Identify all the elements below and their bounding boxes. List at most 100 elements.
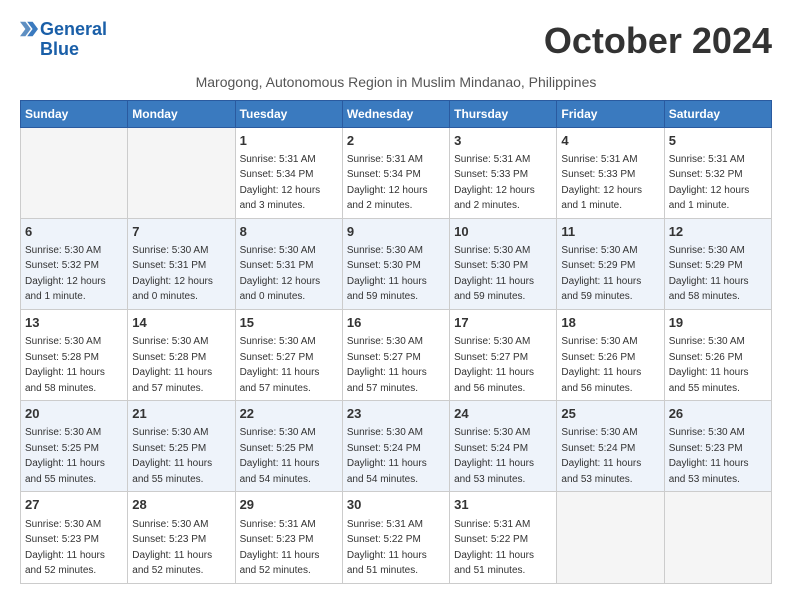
day-number: 15	[240, 314, 338, 332]
day-info: Sunrise: 5:31 AM Sunset: 5:22 PM Dayligh…	[347, 519, 427, 577]
day-number: 22	[240, 405, 338, 423]
day-number: 18	[561, 314, 659, 332]
day-number: 7	[132, 223, 230, 241]
calendar-cell: 1 Sunrise: 5:31 AM Sunset: 5:34 PM Daylig…	[235, 127, 342, 218]
day-number: 14	[132, 314, 230, 332]
day-info: Sunrise: 5:30 AM Sunset: 5:31 PM Dayligh…	[240, 245, 321, 303]
calendar-cell: 31Sunrise: 5:31 AM Sunset: 5:22 PM Dayli…	[450, 492, 557, 583]
day-number: 10	[454, 223, 552, 241]
header-friday: Friday	[557, 100, 664, 127]
calendar-cell	[664, 492, 771, 583]
day-number: 8	[240, 223, 338, 241]
logo-line2: Blue	[40, 40, 107, 60]
calendar-cell: 6 Sunrise: 5:30 AM Sunset: 5:32 PM Daylig…	[21, 218, 128, 309]
calendar-cell: 2Sunrise: 5:31 AM Sunset: 5:34 PM Daylig…	[342, 127, 449, 218]
day-info: Sunrise: 5:31 AM Sunset: 5:23 PM Dayligh…	[240, 519, 320, 577]
calendar-cell: 13Sunrise: 5:30 AM Sunset: 5:28 PM Dayli…	[21, 309, 128, 400]
day-number: 3	[454, 132, 552, 150]
day-info: Sunrise: 5:30 AM Sunset: 5:24 PM Dayligh…	[454, 427, 534, 485]
day-number: 17	[454, 314, 552, 332]
month-title: October 2024	[544, 20, 772, 62]
day-info: Sunrise: 5:30 AM Sunset: 5:27 PM Dayligh…	[240, 336, 320, 394]
day-info: Sunrise: 5:31 AM Sunset: 5:22 PM Dayligh…	[454, 519, 534, 577]
day-number: 24	[454, 405, 552, 423]
day-number: 23	[347, 405, 445, 423]
day-number: 13	[25, 314, 123, 332]
day-info: Sunrise: 5:30 AM Sunset: 5:29 PM Dayligh…	[561, 245, 641, 303]
day-number: 21	[132, 405, 230, 423]
calendar-cell: 19Sunrise: 5:30 AM Sunset: 5:26 PM Dayli…	[664, 309, 771, 400]
day-number: 28	[132, 496, 230, 514]
header-row: Sunday Monday Tuesday Wednesday Thursday…	[21, 100, 772, 127]
day-number: 1	[240, 132, 338, 150]
day-info: Sunrise: 5:30 AM Sunset: 5:32 PM Dayligh…	[25, 245, 106, 303]
day-info: Sunrise: 5:30 AM Sunset: 5:27 PM Dayligh…	[454, 336, 534, 394]
day-info: Sunrise: 5:30 AM Sunset: 5:27 PM Dayligh…	[347, 336, 427, 394]
day-number: 4	[561, 132, 659, 150]
header-monday: Monday	[128, 100, 235, 127]
day-info: Sunrise: 5:30 AM Sunset: 5:23 PM Dayligh…	[132, 519, 212, 577]
calendar-cell: 17 Sunrise: 5:30 AM Sunset: 5:27 PM Dayli…	[450, 309, 557, 400]
day-info: Sunrise: 5:31 AM Sunset: 5:34 PM Dayligh…	[347, 154, 428, 212]
day-number: 9	[347, 223, 445, 241]
header-thursday: Thursday	[450, 100, 557, 127]
day-info: Sunrise: 5:30 AM Sunset: 5:25 PM Dayligh…	[25, 427, 105, 485]
calendar-cell: 18 Sunrise: 5:30 AM Sunset: 5:26 PM Dayli…	[557, 309, 664, 400]
day-number: 20	[25, 405, 123, 423]
header-saturday: Saturday	[664, 100, 771, 127]
week-row-1: 1 Sunrise: 5:31 AM Sunset: 5:34 PM Daylig…	[21, 127, 772, 218]
day-number: 29	[240, 496, 338, 514]
day-info: Sunrise: 5:30 AM Sunset: 5:26 PM Dayligh…	[561, 336, 641, 394]
calendar-cell: 3Sunrise: 5:31 AM Sunset: 5:33 PM Daylig…	[450, 127, 557, 218]
calendar-cell: 30 Sunrise: 5:31 AM Sunset: 5:22 PM Dayli…	[342, 492, 449, 583]
calendar-cell: 23 Sunrise: 5:30 AM Sunset: 5:24 PM Dayli…	[342, 401, 449, 492]
day-info: Sunrise: 5:30 AM Sunset: 5:31 PM Dayligh…	[132, 245, 213, 303]
day-info: Sunrise: 5:30 AM Sunset: 5:24 PM Dayligh…	[347, 427, 427, 485]
day-number: 19	[669, 314, 767, 332]
day-number: 30	[347, 496, 445, 514]
day-info: Sunrise: 5:30 AM Sunset: 5:28 PM Dayligh…	[132, 336, 212, 394]
day-number: 16	[347, 314, 445, 332]
day-number: 26	[669, 405, 767, 423]
header-wednesday: Wednesday	[342, 100, 449, 127]
calendar-cell: 11 Sunrise: 5:30 AM Sunset: 5:29 PM Dayli…	[557, 218, 664, 309]
calendar-cell: 14 Sunrise: 5:30 AM Sunset: 5:28 PM Dayli…	[128, 309, 235, 400]
calendar-cell: 22Sunrise: 5:30 AM Sunset: 5:25 PM Dayli…	[235, 401, 342, 492]
day-info: Sunrise: 5:30 AM Sunset: 5:30 PM Dayligh…	[454, 245, 534, 303]
day-number: 5	[669, 132, 767, 150]
day-number: 6	[25, 223, 123, 241]
day-info: Sunrise: 5:30 AM Sunset: 5:30 PM Dayligh…	[347, 245, 427, 303]
week-row-5: 27 Sunrise: 5:30 AM Sunset: 5:23 PM Dayli…	[21, 492, 772, 583]
calendar-cell: 15 Sunrise: 5:30 AM Sunset: 5:27 PM Dayli…	[235, 309, 342, 400]
logo-text: General Blue	[40, 20, 107, 60]
calendar-cell: 7 Sunrise: 5:30 AM Sunset: 5:31 PM Daylig…	[128, 218, 235, 309]
location-subtitle: Marogong, Autonomous Region in Muslim Mi…	[20, 74, 772, 90]
calendar-cell	[21, 127, 128, 218]
calendar-cell: 4 Sunrise: 5:31 AM Sunset: 5:33 PM Daylig…	[557, 127, 664, 218]
day-number: 11	[561, 223, 659, 241]
calendar-cell: 12 Sunrise: 5:30 AM Sunset: 5:29 PM Dayli…	[664, 218, 771, 309]
day-number: 27	[25, 496, 123, 514]
calendar-cell: 21 Sunrise: 5:30 AM Sunset: 5:25 PM Dayli…	[128, 401, 235, 492]
logo: General Blue	[20, 20, 107, 60]
day-info: Sunrise: 5:30 AM Sunset: 5:23 PM Dayligh…	[669, 427, 749, 485]
calendar-cell: 24 Sunrise: 5:30 AM Sunset: 5:24 PM Dayli…	[450, 401, 557, 492]
calendar-cell: 26 Sunrise: 5:30 AM Sunset: 5:23 PM Dayli…	[664, 401, 771, 492]
day-info: Sunrise: 5:30 AM Sunset: 5:25 PM Dayligh…	[132, 427, 212, 485]
calendar-cell: 28 Sunrise: 5:30 AM Sunset: 5:23 PM Dayli…	[128, 492, 235, 583]
day-info: Sunrise: 5:31 AM Sunset: 5:32 PM Dayligh…	[669, 154, 750, 212]
header-sunday: Sunday	[21, 100, 128, 127]
day-info: Sunrise: 5:31 AM Sunset: 5:34 PM Dayligh…	[240, 154, 321, 212]
day-info: Sunrise: 5:30 AM Sunset: 5:29 PM Dayligh…	[669, 245, 749, 303]
day-info: Sunrise: 5:30 AM Sunset: 5:24 PM Dayligh…	[561, 427, 641, 485]
day-number: 12	[669, 223, 767, 241]
month-title-section: October 2024	[544, 20, 772, 62]
logo-icon	[20, 20, 38, 38]
day-info: Sunrise: 5:31 AM Sunset: 5:33 PM Dayligh…	[561, 154, 642, 212]
logo-line1: General	[40, 20, 107, 40]
calendar-cell: 9 Sunrise: 5:30 AM Sunset: 5:30 PM Daylig…	[342, 218, 449, 309]
calendar-cell: 8 Sunrise: 5:30 AM Sunset: 5:31 PM Daylig…	[235, 218, 342, 309]
calendar-cell: 10 Sunrise: 5:30 AM Sunset: 5:30 PM Dayli…	[450, 218, 557, 309]
day-number: 25	[561, 405, 659, 423]
week-row-2: 6 Sunrise: 5:30 AM Sunset: 5:32 PM Daylig…	[21, 218, 772, 309]
